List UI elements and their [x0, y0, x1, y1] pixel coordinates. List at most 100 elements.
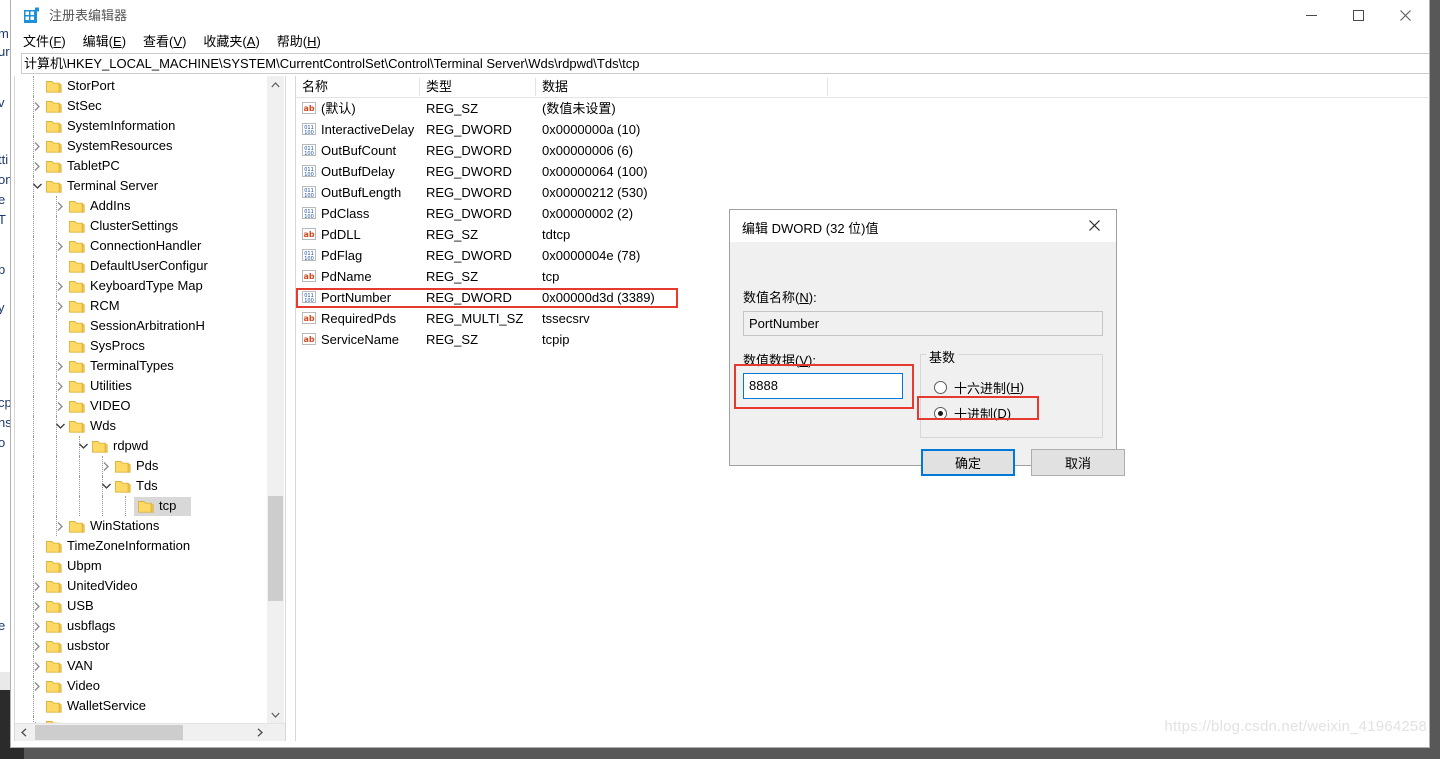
chevron-right-icon[interactable] [29, 616, 45, 636]
tree-item-addins[interactable]: AddIns [15, 196, 268, 216]
chevron-right-icon[interactable] [29, 676, 45, 696]
tree-item-rdpwd[interactable]: rdpwd [15, 436, 268, 456]
tree-item-tds[interactable]: Tds [15, 476, 268, 496]
radio-decimal[interactable]: 十进制 (D) [934, 404, 1011, 423]
ok-button[interactable]: 确定 [921, 449, 1015, 476]
tree-item-walletservice[interactable]: WalletService [15, 696, 268, 716]
tree-vertical-scroll-thumb[interactable] [268, 496, 283, 601]
chevron-right-icon[interactable] [52, 236, 68, 256]
chevron-right-icon[interactable] [29, 636, 45, 656]
address-bar[interactable]: 计算机\HKEY_LOCAL_MACHINE\SYSTEM\CurrentCon… [21, 53, 1429, 74]
chevron-right-icon[interactable] [52, 396, 68, 416]
value-name-input[interactable]: PortNumber [743, 311, 1103, 336]
tree-vertical-scrollbar[interactable] [267, 76, 284, 723]
tree-item-terminal-server[interactable]: Terminal Server [15, 176, 268, 196]
chevron-down-icon[interactable] [75, 436, 91, 456]
column-header-3[interactable]: 数据 [536, 76, 568, 98]
table-row[interactable]: 011 100 OutBufDelay REG_DWORD 0x00000064 (10… [296, 161, 1428, 182]
tree-scroll-up-button[interactable] [267, 76, 284, 93]
dialog-title-bar[interactable]: 编辑 DWORD (32 位)值 [730, 210, 1116, 242]
chevron-right-icon[interactable] [29, 716, 45, 723]
table-row[interactable]: 011 100 OutBufLength REG_DWORD 0x00000212 (5… [296, 182, 1428, 203]
tree-item-tcp[interactable]: tcp [15, 496, 268, 516]
column-header-2[interactable]: 类型 [420, 76, 452, 98]
tree-item-winstations[interactable]: WinStations [15, 516, 268, 536]
tree-item-video[interactable]: Video [15, 676, 268, 696]
chevron-right-icon[interactable] [52, 276, 68, 296]
tree-item-van[interactable]: VAN [15, 656, 268, 676]
column-divider[interactable] [535, 78, 536, 96]
chevron-right-icon[interactable] [52, 516, 68, 536]
column-header-1[interactable]: 名称 [296, 76, 328, 98]
chevron-right-icon[interactable] [52, 196, 68, 216]
tree-item-tabletpc[interactable]: TabletPC [15, 156, 268, 176]
title-bar[interactable]: 注册表编辑器 [11, 0, 1429, 31]
close-button[interactable] [1382, 0, 1428, 31]
chevron-right-icon[interactable] [29, 96, 45, 116]
pane-splitter[interactable] [288, 76, 294, 742]
tree-item-systemresources[interactable]: SystemResources [15, 136, 268, 156]
tree-item-keyboardtype-map[interactable]: KeyboardType Map [15, 276, 268, 296]
chevron-right-icon[interactable] [29, 656, 45, 676]
tree-horizontal-scroll-thumb[interactable] [35, 725, 183, 740]
table-row[interactable]: 011 100 OutBufCount REG_DWORD 0x00000006 (6) [296, 140, 1428, 161]
minimize-button[interactable] [1288, 0, 1334, 31]
tree-item-sessionarbitrationh[interactable]: SessionArbitrationH [15, 316, 268, 336]
folder-icon [69, 260, 85, 273]
tree-scroll-right-button[interactable] [251, 724, 268, 741]
tree-item-systeminformation[interactable]: SystemInformation [15, 116, 268, 136]
chevron-right-icon[interactable] [52, 376, 68, 396]
tree-item-ubpm[interactable]: Ubpm [15, 556, 268, 576]
tree-scroll-down-button[interactable] [267, 706, 284, 723]
registry-tree[interactable]: StorPort StSec SystemInformation SystemReso… [15, 76, 268, 723]
tree-item-defaultuserconfigur[interactable]: DefaultUserConfigur [15, 256, 268, 276]
tree-item-unitedvideo[interactable]: UnitedVideo [15, 576, 268, 596]
dialog-close-icon[interactable] [1072, 210, 1116, 241]
chevron-right-icon[interactable] [52, 296, 68, 316]
tree-item-video[interactable]: VIDEO [15, 396, 268, 416]
tree-scroll-left-button[interactable] [15, 724, 32, 741]
tree-item-clustersettings[interactable]: ClusterSettings [15, 216, 268, 236]
radio-hexadecimal-circle[interactable] [934, 381, 947, 394]
tree-item-rcm[interactable]: RCM [15, 296, 268, 316]
menu-item-1[interactable]: 文件(F) [23, 31, 75, 53]
menu-item-5[interactable]: 帮助(H) [277, 31, 330, 53]
tree-item-connectionhandler[interactable]: ConnectionHandler [15, 236, 268, 256]
maximize-button[interactable] [1335, 0, 1381, 31]
tree-item-pds[interactable]: Pds [15, 456, 268, 476]
chevron-down-icon[interactable] [98, 476, 114, 496]
column-divider[interactable] [827, 78, 828, 96]
menu-item-3[interactable]: 查看(V) [143, 31, 195, 53]
chevron-right-icon[interactable] [29, 596, 45, 616]
chevron-right-icon[interactable] [29, 576, 45, 596]
tree-item-wcncsvc[interactable]: wcncsvc [15, 716, 268, 723]
cancel-button[interactable]: 取消 [1031, 449, 1125, 476]
tree-item-sysprocs[interactable]: SysProcs [15, 336, 268, 356]
tree-horizontal-scrollbar[interactable] [15, 723, 285, 741]
chevron-right-icon[interactable] [29, 136, 45, 156]
chevron-right-icon[interactable] [29, 156, 45, 176]
value-data-input[interactable]: 8888 [743, 373, 903, 399]
menu-item-4[interactable]: 收藏夹(A) [203, 31, 268, 53]
tree-item-label: SystemInformation [67, 118, 176, 133]
chevron-right-icon[interactable] [52, 356, 68, 376]
chevron-down-icon[interactable] [29, 176, 45, 196]
chevron-down-icon[interactable] [52, 416, 68, 436]
tree-item-timezoneinformation[interactable]: TimeZoneInformation [15, 536, 268, 556]
tree-item-usbflags[interactable]: usbflags [15, 616, 268, 636]
tree-item-stsec[interactable]: StSec [15, 96, 268, 116]
tree-item-usb[interactable]: USB [15, 596, 268, 616]
tree-item-storport[interactable]: StorPort [15, 76, 268, 96]
tree-item-utilities[interactable]: Utilities [15, 376, 268, 396]
menu-item-2[interactable]: 编辑(E) [83, 31, 135, 53]
table-row[interactable]: 011 100 InteractiveDelay REG_DWORD 0x0000000… [296, 119, 1428, 140]
tree-item-wds[interactable]: Wds [15, 416, 268, 436]
column-divider[interactable] [419, 78, 420, 96]
table-row[interactable]: ab (默认) REG_SZ (数值未设置) [296, 98, 1428, 119]
chevron-right-icon[interactable] [98, 456, 114, 476]
list-column-headers[interactable]: 名称 类型 数据 [296, 76, 1428, 98]
radio-decimal-circle[interactable] [934, 407, 947, 420]
tree-item-terminaltypes[interactable]: TerminalTypes [15, 356, 268, 376]
tree-item-usbstor[interactable]: usbstor [15, 636, 268, 656]
radio-hexadecimal[interactable]: 十六进制 (H) [934, 378, 1024, 397]
